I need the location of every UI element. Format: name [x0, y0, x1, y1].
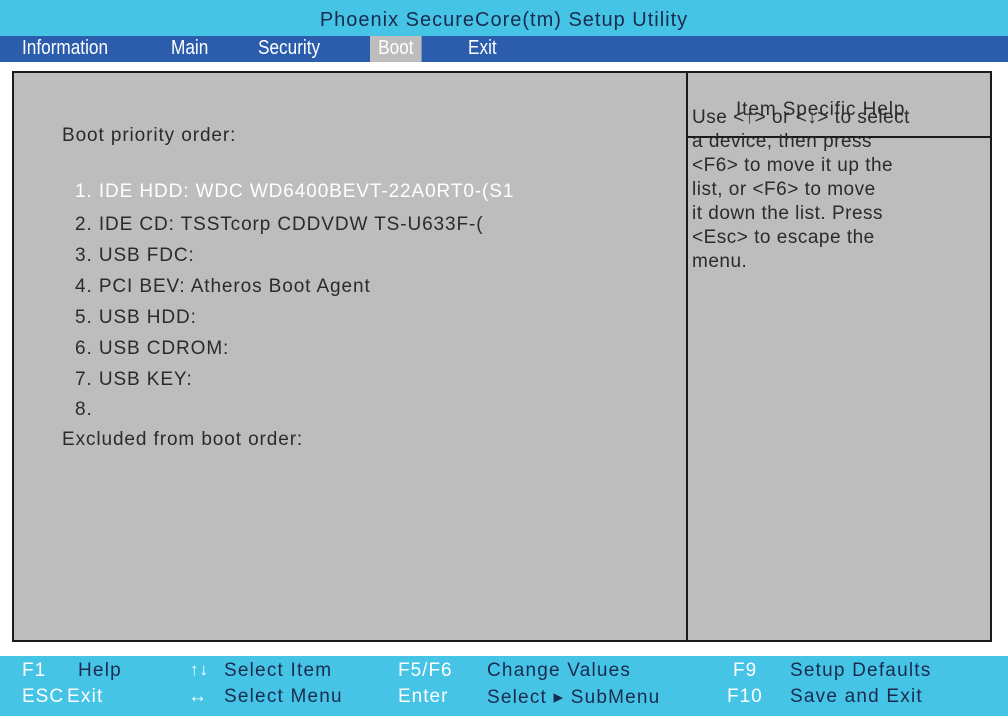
- boot-item-4[interactable]: 4. PCI BEV: Atheros Boot Agent: [75, 276, 371, 298]
- key-f9: F9: [733, 660, 758, 681]
- help-line: a device, then press: [692, 131, 873, 152]
- boot-item-5[interactable]: 5. USB HDD:: [75, 307, 197, 329]
- help-line: <F6> to move it up the: [692, 155, 894, 176]
- setup-defaults-desc: Setup Defaults: [790, 660, 932, 681]
- select-item-desc: Select Item: [224, 660, 333, 681]
- key-esc-desc: Exit: [67, 686, 104, 707]
- boot-item-3[interactable]: 3. USB FDC:: [75, 245, 195, 267]
- key-esc: ESC: [22, 686, 65, 707]
- excluded-heading: Excluded from boot order:: [62, 429, 304, 450]
- boot-item-1[interactable]: 1. IDE HDD: WDC WD6400BEVT-22A0RT0-(S1: [75, 181, 514, 203]
- save-and-exit-desc: Save and Exit: [790, 686, 923, 707]
- menu-bar: Information Main Security Boot Exit: [0, 36, 1008, 62]
- change-values-desc: Change Values: [487, 660, 632, 681]
- boot-item-7[interactable]: 7. USB KEY:: [75, 369, 193, 391]
- help-line: list, or <F6> to move: [692, 179, 876, 200]
- key-f5-f6: F5/F6: [398, 660, 453, 681]
- menu-tab-boot[interactable]: Boot: [370, 36, 422, 62]
- boot-item-2[interactable]: 2. IDE CD: TSSTcorp CDDVDW TS-U633F-(: [75, 214, 483, 236]
- menu-tab-information[interactable]: Information: [22, 36, 108, 62]
- menu-tab-security[interactable]: Security: [258, 36, 320, 62]
- left-right-arrow-icon: ↔: [188, 686, 208, 707]
- help-line: <Esc> to escape the: [692, 227, 875, 248]
- key-f1-desc: Help: [78, 660, 122, 681]
- help-line: it down the list. Press: [692, 203, 884, 224]
- window-title: Phoenix SecureCore(tm) Setup Utility: [0, 0, 1008, 36]
- key-f10: F10: [727, 686, 763, 707]
- boot-priority-heading: Boot priority order:: [62, 125, 237, 146]
- key-enter: Enter: [398, 686, 449, 707]
- boot-item-8[interactable]: 8.: [75, 399, 93, 421]
- help-text: Use <↑> or <↓> to select a device, then …: [692, 106, 962, 274]
- up-down-arrows-icon: ↑↓: [190, 660, 209, 679]
- boot-item-6[interactable]: 6. USB CDROM:: [75, 338, 229, 360]
- key-f1: F1: [22, 660, 47, 681]
- menu-tab-main[interactable]: Main: [171, 36, 208, 62]
- help-line: menu.: [692, 251, 748, 272]
- help-line: Use <↑> or <↓> to select: [692, 107, 910, 128]
- footer-key-legend: F1 Help ↑↓ Select Item F5/F6 Change Valu…: [0, 656, 1008, 716]
- select-menu-desc: Select Menu: [224, 686, 343, 707]
- help-panel-divider: [686, 73, 688, 640]
- select-submenu-desc: Select ▸ SubMenu: [487, 687, 661, 708]
- menu-tab-exit[interactable]: Exit: [468, 36, 497, 62]
